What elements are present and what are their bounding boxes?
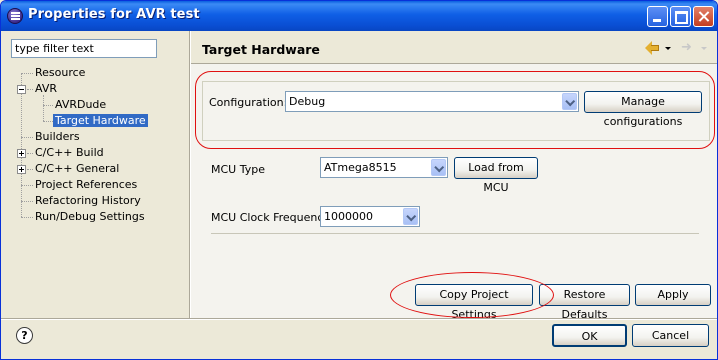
tree-item-refactoring-history[interactable]: Refactoring History xyxy=(35,193,141,209)
tree-guide-line xyxy=(43,105,53,106)
window-title: Properties for AVR test xyxy=(28,7,200,22)
tree-item-label: C/C++ Build xyxy=(35,146,104,159)
minimize-button[interactable] xyxy=(647,6,668,27)
ok-button[interactable]: OK xyxy=(552,324,627,347)
tree-item-label: Resource xyxy=(35,66,86,79)
mcu-clock-frequency-select[interactable]: 1000000 xyxy=(320,206,420,227)
tree-item-label: Refactoring History xyxy=(35,194,141,207)
tree-guide-line xyxy=(27,169,33,170)
tree-guide-line xyxy=(27,153,33,154)
tree-item-label: Target Hardware xyxy=(53,114,148,127)
tree-guide-line xyxy=(21,185,33,186)
maximize-button[interactable] xyxy=(670,6,691,27)
tree-item-builders[interactable]: Builders xyxy=(35,129,80,145)
properties-dialog: Properties for AVR test Resource AVR AVR… xyxy=(0,0,718,360)
tree-guide-line xyxy=(21,217,33,218)
expand-icon[interactable] xyxy=(17,149,26,158)
tree-item-cpp-general[interactable]: C/C++ General xyxy=(35,161,119,177)
tree-guide-line xyxy=(21,73,22,217)
tree-item-label: AVR xyxy=(35,82,57,95)
close-button[interactable] xyxy=(693,6,714,27)
tree-item-avrdude[interactable]: AVRDude xyxy=(55,97,106,113)
tree-item-label: C/C++ General xyxy=(35,162,120,175)
configuration-value: Debug xyxy=(289,95,326,108)
configuration-select[interactable]: Debug xyxy=(285,91,579,112)
footer-separator xyxy=(1,319,717,320)
tree-item-target-hardware[interactable]: Target Hardware xyxy=(53,113,148,129)
apply-button[interactable]: Apply xyxy=(635,284,711,306)
chevron-down-icon[interactable] xyxy=(431,159,446,176)
mcu-type-value: ATmega8515 xyxy=(324,161,397,174)
mcu-type-select[interactable]: ATmega8515 xyxy=(320,157,448,178)
tree-guide-line xyxy=(21,73,33,74)
tree-item-project-references[interactable]: Project References xyxy=(35,177,137,193)
cancel-button[interactable]: Cancel xyxy=(632,324,709,347)
tree-item-label: Run/Debug Settings xyxy=(35,210,145,223)
collapse-icon[interactable] xyxy=(17,85,26,94)
chevron-down-icon[interactable] xyxy=(403,208,418,225)
restore-defaults-button[interactable]: Restore Defaults xyxy=(539,284,630,321)
chevron-down-icon[interactable] xyxy=(562,93,577,110)
tree-item-label: Builders xyxy=(35,130,80,143)
mcu-type-label: MCU Type xyxy=(211,163,265,176)
help-icon[interactable]: ? xyxy=(16,327,33,344)
eclipse-icon xyxy=(7,8,23,24)
tree-item-resource[interactable]: Resource xyxy=(35,65,85,81)
tree-guide-line xyxy=(21,201,33,202)
copy-project-settings-button[interactable]: Copy Project Settings xyxy=(415,284,533,321)
back-history-dropdown-icon[interactable] xyxy=(665,47,671,50)
section-separator xyxy=(211,233,699,234)
mcu-clock-frequency-label: MCU Clock Frequency xyxy=(211,211,330,224)
tree-guide-line xyxy=(27,89,33,90)
tree-item-label: Project References xyxy=(35,178,138,191)
title-bar[interactable]: Properties for AVR test xyxy=(1,1,717,31)
tree-guide-line xyxy=(21,137,33,138)
tree-guide-line xyxy=(43,95,44,121)
tree-item-run-debug-settings[interactable]: Run/Debug Settings xyxy=(35,209,145,225)
tree-guide-line xyxy=(43,121,53,122)
tree-item-avr[interactable]: AVR xyxy=(35,81,57,97)
tree-item-label: AVRDude xyxy=(55,98,107,111)
forward-history-dropdown-icon[interactable] xyxy=(701,47,707,50)
tree-item-cpp-build[interactable]: C/C++ Build xyxy=(35,145,104,161)
mcu-clock-frequency-value: 1000000 xyxy=(324,210,373,223)
load-from-mcu-button[interactable]: Load from MCU xyxy=(454,157,538,194)
forward-arrow-icon[interactable]: ➜ xyxy=(681,41,692,54)
back-arrow-icon[interactable] xyxy=(645,41,661,55)
page-title: Target Hardware xyxy=(202,42,320,57)
manage-configurations-button[interactable]: Manage configurations xyxy=(584,91,702,128)
filter-input[interactable] xyxy=(11,39,157,58)
expand-icon[interactable] xyxy=(17,165,26,174)
configuration-label: Configuration: xyxy=(209,96,288,109)
